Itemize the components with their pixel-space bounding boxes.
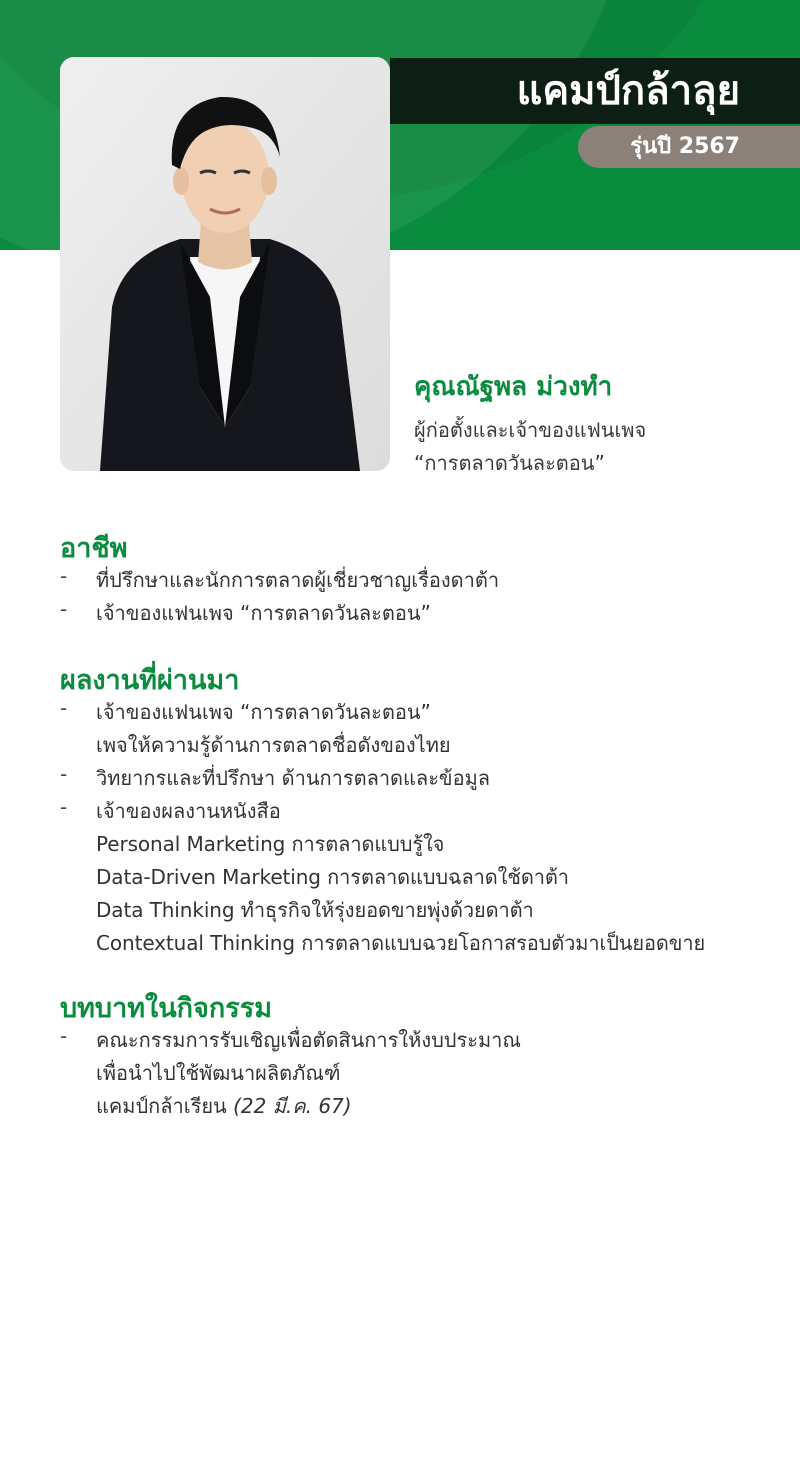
list-item-text: วิทยากรและที่ปรึกษา ด้านการตลาดและข้อมูล xyxy=(96,766,491,790)
person-role-line: ผู้ก่อตั้งและเจ้าของแฟนเพจ xyxy=(414,418,647,442)
list-item: - เจ้าของแฟนเพจ “การตลาดวันละตอน” xyxy=(60,597,780,630)
list-item-text: เพื่อนำไปใช้พัฒนาผลิตภัณฑ์ xyxy=(96,1061,341,1085)
role-list: - คณะกรรมการรับเชิญเพื่อตัดสินการให้งบปร… xyxy=(60,1024,780,1123)
list-item-text: เจ้าของผลงานหนังสือ xyxy=(96,799,281,823)
list-item-text: เจ้าของแฟนเพจ “การตลาดวันละตอน” xyxy=(96,601,431,625)
camp-name: แคมป์กล้าเรียน xyxy=(96,1094,227,1118)
list-item: - เจ้าของแฟนเพจ “การตลาดวันละตอน” เพจให้… xyxy=(60,696,780,762)
book-title: Data-Driven Marketing การตลาดแบบฉลาดใช้ด… xyxy=(96,865,569,889)
list-item: - ที่ปรึกษาและนักการตลาดผู้เชี่ยวชาญเรื่… xyxy=(60,564,780,597)
person-name: คุณณัฐพล ม่วงทำ xyxy=(414,372,613,402)
list-item: - คณะกรรมการรับเชิญเพื่อตัดสินการให้งบปร… xyxy=(60,1024,780,1123)
event-date: (22 มี.ค. 67) xyxy=(233,1094,352,1118)
occupation-list: - ที่ปรึกษาและนักการตลาดผู้เชี่ยวชาญเรื่… xyxy=(60,564,780,630)
list-item-text: เจ้าของแฟนเพจ “การตลาดวันละตอน” xyxy=(96,700,431,724)
batch-label: รุ่นปี 2567 xyxy=(630,134,740,159)
list-item-text: ที่ปรึกษาและนักการตลาดผู้เชี่ยวชาญเรื่อง… xyxy=(96,568,500,592)
list-item: - วิทยากรและที่ปรึกษา ด้านการตลาดและข้อม… xyxy=(60,762,780,795)
list-item-text: คณะกรรมการรับเชิญเพื่อตัดสินการให้งบประม… xyxy=(96,1028,521,1052)
section-heading-occupation: อาชีพ xyxy=(60,533,128,564)
program-title: แคมป์กล้าลุย xyxy=(516,68,740,114)
list-item-text-with-date: แคมป์กล้าเรียน (22 มี.ค. 67) xyxy=(96,1090,780,1123)
list-item: - เจ้าของผลงานหนังสือ Personal Marketing… xyxy=(60,795,780,960)
works-list: - เจ้าของแฟนเพจ “การตลาดวันละตอน” เพจให้… xyxy=(60,696,780,960)
book-title: Contextual Thinking การตลาดแบบฉวยโอกาสรอ… xyxy=(96,931,706,955)
book-title: Data Thinking ทำธุรกิจให้รุ่งยอดขายพุ่งด… xyxy=(96,898,534,922)
section-heading-role: บทบาทในกิจกรรม xyxy=(60,993,272,1024)
person-role-line: “การตลาดวันละตอน” xyxy=(414,451,605,475)
book-title: Personal Marketing การตลาดแบบรู้ใจ xyxy=(96,832,445,856)
section-heading-works: ผลงานที่ผ่านมา xyxy=(60,665,240,696)
person-role: ผู้ก่อตั้งและเจ้าของแฟนเพจ “การตลาดวันละ… xyxy=(414,414,794,480)
list-item-text: เพจให้ความรู้ด้านการตลาดชื่อดังของไทย xyxy=(96,733,451,757)
profile-photo xyxy=(60,57,390,471)
